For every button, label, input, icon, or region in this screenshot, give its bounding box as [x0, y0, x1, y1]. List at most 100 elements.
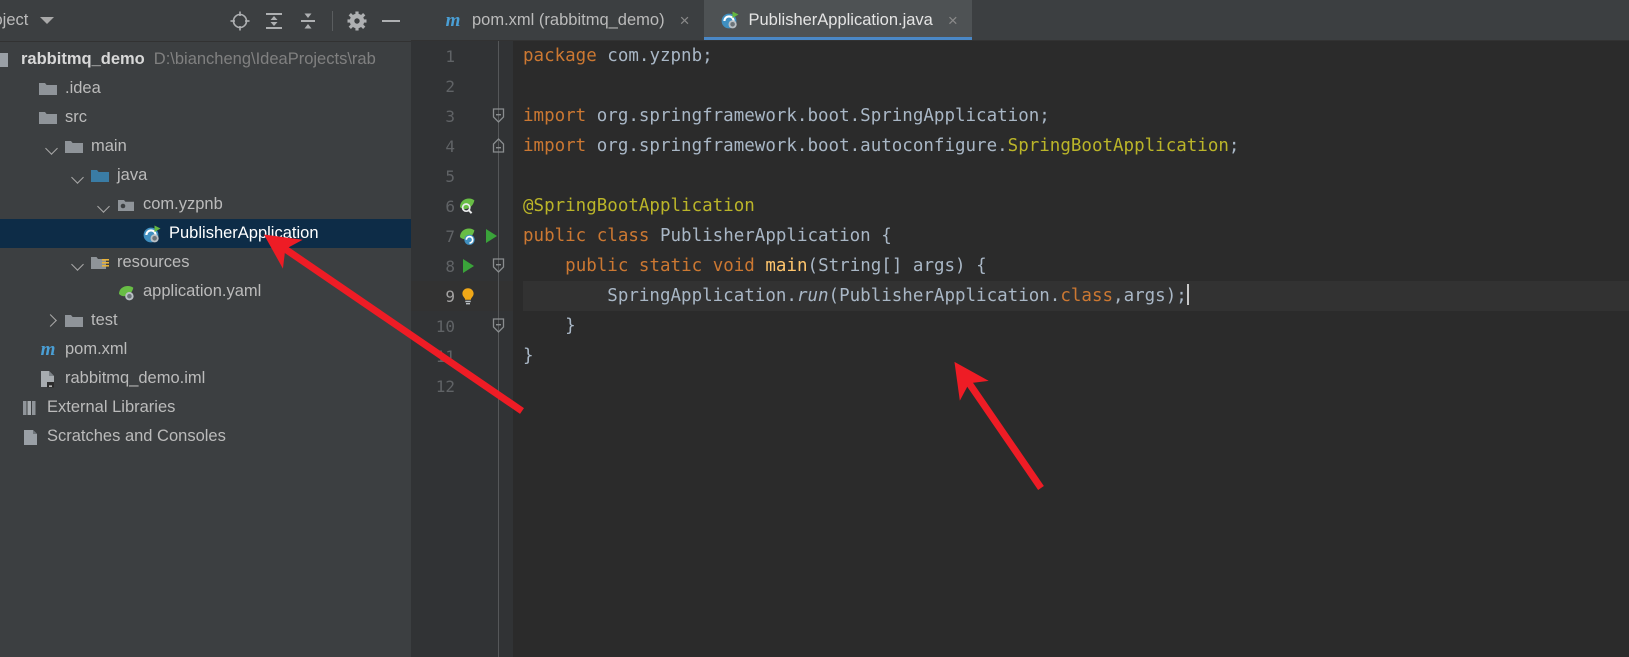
tree-row-src[interactable]: src — [0, 103, 411, 132]
chevron-down-icon[interactable] — [70, 168, 86, 184]
spring-bean-icon[interactable] — [458, 196, 478, 216]
folder-icon — [38, 79, 58, 99]
tree-row-publisherapplication[interactable]: PublisherApplication — [0, 219, 411, 248]
tree-row-scratches-and-consoles[interactable]: Scratches and Consoles — [0, 422, 411, 451]
line-number: 8 — [445, 256, 455, 276]
code-line-3[interactable]: import org.springframework.boot.SpringAp… — [523, 101, 1629, 131]
spring-boot-icon[interactable] — [458, 226, 478, 246]
fold-toggle-line-8[interactable] — [491, 258, 506, 273]
minimize-icon[interactable] — [379, 9, 403, 33]
editor-tab-publisherapplication-java[interactable]: PublisherApplication.java × — [703, 0, 973, 40]
fold-toggle-line-3[interactable] — [491, 108, 506, 123]
code-view[interactable]: package com.yzpnb; import org.springframe… — [513, 41, 1629, 657]
idea-window: roject — [0, 0, 1629, 657]
tree-row-label: pom.xml — [65, 340, 128, 358]
code-line-10[interactable]: } — [523, 311, 1629, 341]
code-line-6[interactable]: @SpringBootApplication — [523, 191, 1629, 221]
code-line-7[interactable]: public class PublisherApplication { — [523, 221, 1629, 251]
code-line-8[interactable]: public static void main(String[] args) { — [523, 251, 1629, 281]
line-number: 6 — [445, 196, 455, 216]
iml-icon — [38, 369, 58, 389]
gutter-markers — [458, 196, 478, 216]
line-number: 12 — [435, 376, 455, 396]
fold-guide-line — [498, 41, 499, 657]
maven-icon: m — [445, 9, 461, 31]
tree-row-external-libraries[interactable]: External Libraries — [0, 393, 411, 422]
tree-row-label: java — [117, 166, 148, 184]
code-line-2[interactable] — [523, 71, 1629, 101]
project-panel-title[interactable]: roject — [0, 11, 28, 30]
package-icon — [116, 195, 136, 215]
tree-row-test[interactable]: test — [0, 306, 411, 335]
editor-tab-label: pom.xml (rabbitmq_demo) — [472, 10, 665, 29]
spring-yaml-icon — [116, 282, 136, 302]
fold-toggle-line-10[interactable] — [491, 318, 506, 333]
code-line-4[interactable]: import org.springframework.boot.autoconf… — [523, 131, 1629, 161]
project-root-name: rabbitmq_demo — [21, 50, 145, 68]
line-number: 3 — [445, 106, 455, 126]
module-icon — [0, 50, 14, 70]
intention-bulb-icon[interactable] — [458, 286, 478, 306]
project-panel-header: roject — [0, 0, 411, 41]
project-root-path: D:\biancheng\IdeaProjects\rab — [153, 50, 376, 68]
folder-icon — [64, 137, 84, 157]
code-line-1[interactable]: package com.yzpnb; — [523, 41, 1629, 71]
spring-class-icon — [142, 224, 162, 244]
tabbar-leading-gap — [411, 0, 427, 40]
tree-row-java[interactable]: java — [0, 161, 411, 190]
run-icon[interactable] — [458, 256, 478, 276]
fold-toggle-line-4[interactable] — [491, 138, 506, 153]
tree-row-label: application.yaml — [143, 282, 262, 300]
tree-row-label: Scratches and Consoles — [47, 427, 226, 445]
code-line-12[interactable] — [523, 371, 1629, 401]
chevron-down-icon[interactable] — [44, 139, 60, 155]
project-tree: rabbitmq_demo D:\biancheng\IdeaProjects\… — [0, 42, 411, 657]
spring-class-icon — [720, 10, 740, 30]
tree-row-label: rabbitmq_demo.iml — [65, 369, 206, 387]
gear-icon[interactable] — [345, 9, 369, 33]
tree-row-project-root[interactable]: rabbitmq_demo D:\biancheng\IdeaProjects\… — [0, 45, 411, 74]
tree-row-label: PublisherApplication — [169, 224, 319, 242]
editor-area: m pom.xml (rabbitmq_demo) × PublisherApplic… — [411, 0, 1629, 657]
scratch-icon — [20, 427, 40, 447]
close-icon[interactable]: × — [948, 12, 958, 29]
tree-row-label: test — [91, 311, 118, 329]
project-tool-window: roject — [0, 0, 411, 657]
editor-tab-label: PublisherApplication.java — [748, 10, 933, 29]
tree-row-com-yzpnb[interactable]: com.yzpnb — [0, 190, 411, 219]
editor-tab-pom-xml-rabbitmq-demo[interactable]: m pom.xml (rabbitmq_demo) × — [427, 0, 704, 40]
source-folder-icon — [90, 166, 110, 186]
tree-row-rabbitmq-demo-iml[interactable]: rabbitmq_demo.iml — [0, 364, 411, 393]
chevron-down-icon[interactable] — [70, 255, 86, 271]
fold-column[interactable] — [485, 41, 513, 657]
chevron-down-icon[interactable] — [40, 17, 55, 24]
tree-row-pom-xml[interactable]: m pom.xml — [0, 335, 411, 364]
line-number: 11 — [435, 346, 455, 366]
chevron-down-icon[interactable] — [96, 197, 112, 213]
expand-all-icon[interactable] — [262, 9, 286, 33]
editor-body[interactable]: 1 2 3 4 5 6 7 8 9 10 11 12 package com.yzpnb; import… — [411, 41, 1629, 657]
code-line-5[interactable] — [523, 161, 1629, 191]
text-caret — [1186, 284, 1189, 305]
locate-icon[interactable] — [228, 9, 252, 33]
editor-gutter[interactable]: 1 2 3 4 5 6 7 8 9 10 11 12 — [411, 41, 513, 657]
tree-row-label: .idea — [65, 79, 101, 97]
toolbar-separator — [332, 10, 333, 31]
line-number: 1 — [445, 46, 455, 66]
tree-row-resources[interactable]: resources — [0, 248, 411, 277]
project-panel-toolbar — [228, 9, 411, 33]
code-line-11[interactable]: } — [523, 341, 1629, 371]
collapse-all-icon[interactable] — [296, 9, 320, 33]
tree-row-main[interactable]: main — [0, 132, 411, 161]
chevron-right-icon[interactable] — [44, 313, 60, 329]
maven-icon: m — [40, 339, 56, 360]
tree-row-idea[interactable]: .idea — [0, 74, 411, 103]
close-icon[interactable]: × — [680, 12, 690, 29]
line-number: 10 — [435, 316, 455, 336]
tree-row-application-yaml[interactable]: application.yaml — [0, 277, 411, 306]
code-line-9[interactable]: SpringApplication.run(PublisherApplicati… — [523, 281, 1629, 311]
